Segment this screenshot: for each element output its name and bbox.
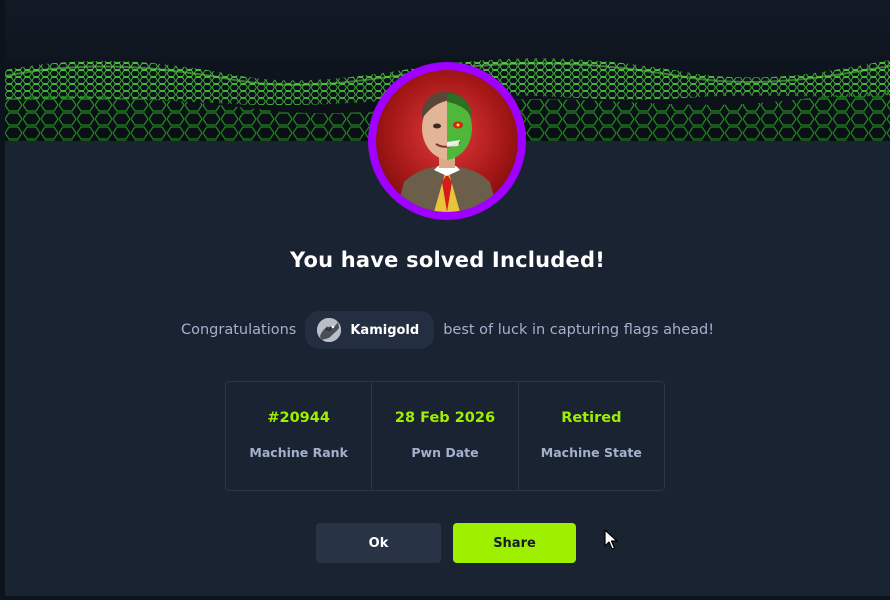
stat-label: Machine Rank — [249, 445, 348, 460]
congrats-suffix: best of luck in capturing flags ahead! — [443, 322, 715, 338]
stat-label: Pwn Date — [411, 445, 479, 460]
stat-value: #20944 — [267, 410, 330, 426]
stat-value: 28 Feb 2026 — [394, 410, 496, 426]
machine-avatar-ring — [368, 62, 526, 220]
stat-label: Machine State — [540, 445, 642, 460]
stat-pwn-date: 28 Feb 2026 Pwn Date — [372, 382, 519, 490]
mouse-pointer-icon — [604, 529, 618, 551]
stat-value: Retired — [561, 410, 622, 426]
congratulations-message: Congratulations Kamigold best of luck in… — [5, 310, 890, 350]
user-chip[interactable]: Kamigold — [305, 311, 435, 349]
username: Kamigold — [350, 322, 420, 338]
solved-dialog: You have solved Included! Congratulation… — [5, 0, 890, 596]
dialog-title: You have solved Included! — [290, 248, 605, 272]
two-face-avatar-icon — [376, 70, 518, 212]
congrats-prefix: Congratulations — [180, 322, 297, 338]
share-button[interactable]: Share — [453, 523, 576, 563]
stat-machine-rank: #20944 Machine Rank — [226, 382, 373, 490]
user-avatar-icon — [317, 318, 342, 342]
ok-button[interactable]: Ok — [316, 523, 441, 563]
stats-panel: #20944 Machine Rank 28 Feb 2026 Pwn Date… — [225, 381, 665, 491]
stat-machine-state: Retired Machine State — [519, 382, 664, 490]
